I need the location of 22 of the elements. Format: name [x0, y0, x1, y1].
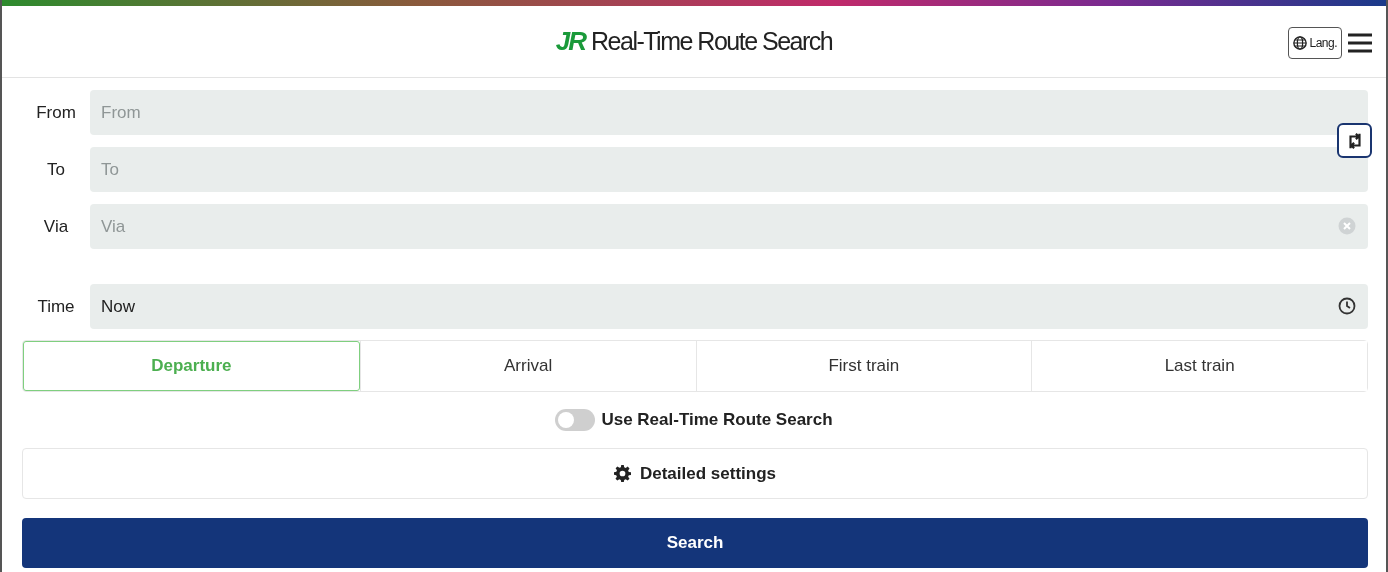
menu-icon [1348, 33, 1372, 53]
logo: JR [555, 26, 586, 57]
input-field[interactable]: Via [90, 204, 1368, 249]
swap-button[interactable] [1337, 123, 1372, 158]
time-field[interactable]: Now [90, 284, 1368, 329]
toggle-label: Use Real-Time Route Search [601, 410, 833, 430]
toggle-switch[interactable] [555, 409, 596, 431]
language-button[interactable]: Lang. [1288, 27, 1342, 59]
field-label: Via [42, 216, 70, 237]
tab[interactable]: Last train [1031, 341, 1367, 391]
field-label: From [35, 102, 77, 123]
gear-icon [613, 465, 631, 482]
field-label: Time [36, 296, 76, 317]
app-title: Real-Time Route Search [591, 27, 833, 56]
menu-button[interactable] [1346, 31, 1374, 55]
detailed-settings-button[interactable]: Detailed settings [22, 448, 1368, 499]
field-label: To [46, 159, 66, 180]
input-field[interactable]: From [90, 90, 1368, 135]
input-field[interactable]: To [90, 147, 1368, 192]
search-button[interactable]: Search [22, 518, 1368, 568]
clock-icon [1338, 297, 1356, 315]
globe-icon [1293, 36, 1308, 50]
